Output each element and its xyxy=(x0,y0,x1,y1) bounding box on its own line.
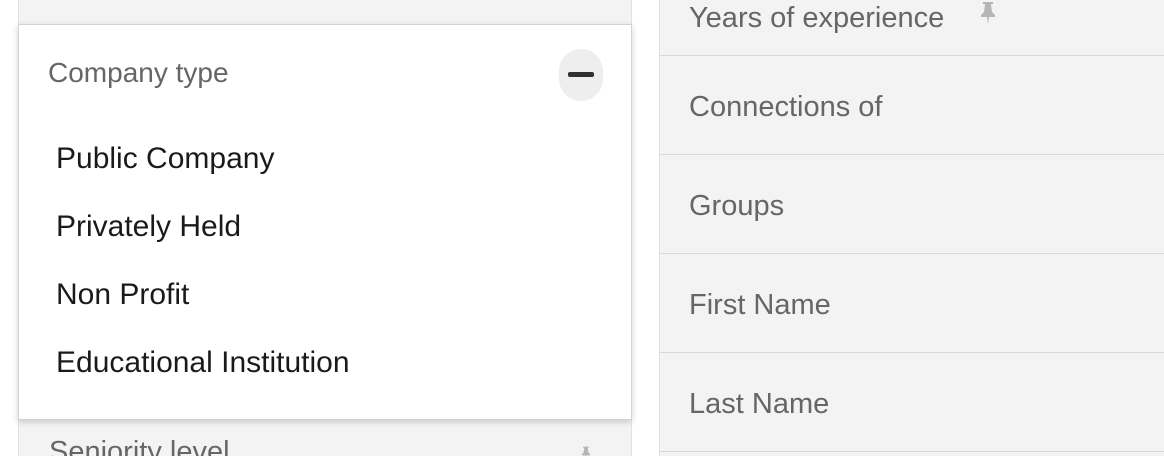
filter-item-first-name[interactable]: First Name xyxy=(660,254,1164,353)
right-filter-column: Years of experience Connections of Group… xyxy=(659,0,1164,456)
collapse-button[interactable] xyxy=(559,49,603,101)
option-non-profit[interactable]: Non Profit xyxy=(56,277,350,345)
filter-item-years-of-experience[interactable]: Years of experience xyxy=(660,0,1164,56)
minus-icon xyxy=(568,72,594,77)
filter-item-label: Connections of xyxy=(689,91,883,123)
company-type-filter-panel: Company type Public Company Privately He… xyxy=(18,24,632,420)
filter-item-groups[interactable]: Groups xyxy=(660,155,1164,254)
option-privately-held[interactable]: Privately Held xyxy=(56,209,350,277)
pin-icon[interactable] xyxy=(579,446,593,456)
filter-item-label: Last Name xyxy=(689,388,830,420)
filter-item-label: First Name xyxy=(689,289,831,321)
filter-item-last-name[interactable]: Last Name xyxy=(660,353,1164,452)
company-type-title: Company type xyxy=(48,57,229,88)
filter-item-label: Years of experience xyxy=(689,2,945,34)
filter-item-seniority-level[interactable]: Seniority level xyxy=(49,436,230,456)
pin-icon[interactable] xyxy=(978,1,998,25)
filter-item-connections-of[interactable]: Connections of xyxy=(660,56,1164,155)
filter-item-label: Groups xyxy=(689,190,785,222)
previous-filter-item[interactable] xyxy=(19,0,631,25)
option-educational-institution[interactable]: Educational Institution xyxy=(56,345,350,413)
company-type-options: Public Company Privately Held Non Profit… xyxy=(56,141,350,413)
search-filters-page: Seniority level Company type Public Comp… xyxy=(0,0,1164,456)
option-public-company[interactable]: Public Company xyxy=(56,141,350,209)
